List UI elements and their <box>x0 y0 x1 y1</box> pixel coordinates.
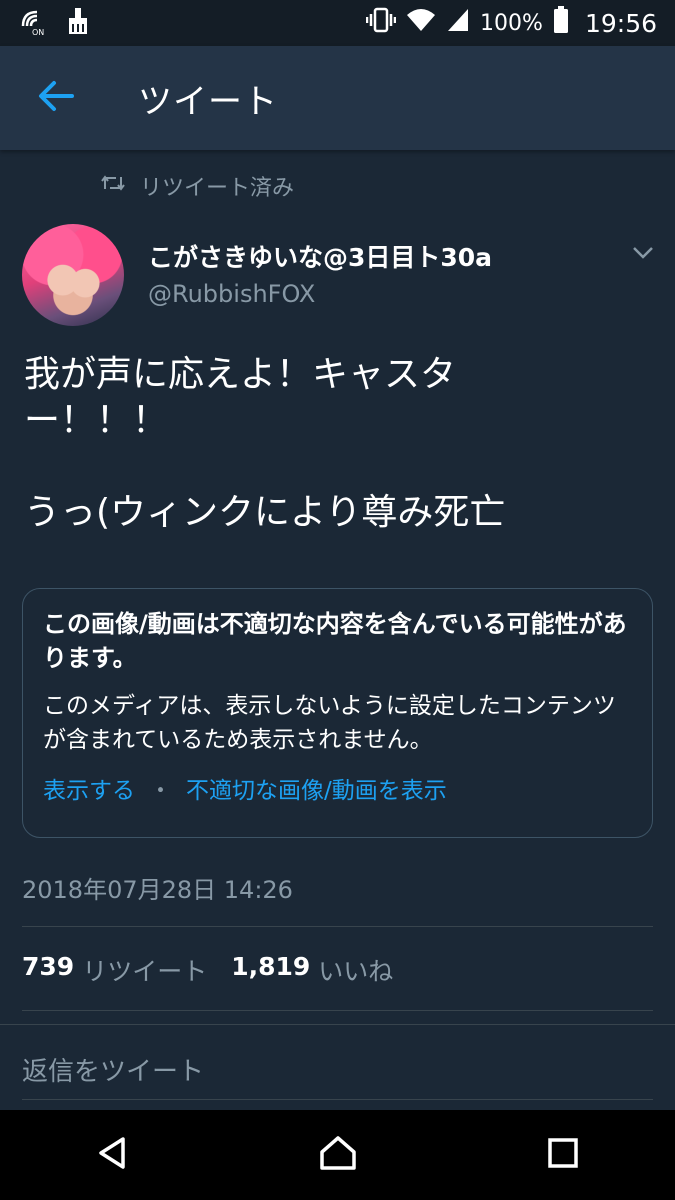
divider <box>22 926 653 927</box>
like-label[interactable]: いいね <box>318 952 393 988</box>
chevron-down-icon <box>628 247 658 272</box>
divider <box>22 1010 653 1011</box>
retweet-context-label: リツイート済み <box>140 176 295 201</box>
vibrate-icon <box>365 6 397 40</box>
tweet-timestamp: 2018年07月28日 14:26 <box>22 876 293 904</box>
link-separator: ・ <box>149 778 172 804</box>
app-header: ツイート <box>0 46 675 150</box>
tweet-stats: 739 リツイート 1,819 いいね <box>22 952 417 988</box>
show-media-link[interactable]: 表示する <box>43 771 135 805</box>
status-bar: ON 100% 19:56 <box>0 0 675 46</box>
reply-bar: 返信をツイート <box>0 1024 675 1111</box>
tweet-text-line: うっ(ウィンクにより尊み死亡 <box>24 492 506 533</box>
sensitive-notice-title: この画像/動画は不適切な内容を含んでいる可能性があります。 <box>43 610 627 672</box>
arrow-left-icon <box>36 78 76 118</box>
nfc-on-icon: ON <box>18 6 48 40</box>
show-sensitive-media-link[interactable]: 不適切な画像/動画を表示 <box>186 771 447 805</box>
nav-recents-button[interactable] <box>518 1110 608 1200</box>
avatar[interactable] <box>22 224 124 326</box>
reply-underline <box>22 1099 653 1100</box>
tweet-text-line: ー！！！ <box>24 400 169 441</box>
page-title: ツイート <box>138 81 278 122</box>
home-icon <box>318 1134 358 1176</box>
author-handle[interactable]: @RubbishFOX <box>148 280 315 308</box>
square-recents-icon <box>546 1136 580 1174</box>
sensitive-notice-actions: 表示する ・ 不適切な画像/動画を表示 <box>43 771 632 805</box>
clock: 19:56 <box>584 8 657 38</box>
cleaner-icon <box>66 6 90 40</box>
nav-home-button[interactable] <box>293 1110 383 1200</box>
battery-icon <box>553 6 569 40</box>
retweet-context: リツイート済み <box>100 170 294 202</box>
sensitive-media-notice: この画像/動画は不適切な内容を含んでいる可能性があります。 このメディアは、表示… <box>22 588 653 838</box>
retweet-count[interactable]: 739 <box>22 952 74 988</box>
triangle-back-icon <box>95 1135 131 1175</box>
author-name[interactable]: こがさきゆいな@3日目ト30a <box>148 238 492 274</box>
back-button[interactable] <box>0 46 112 150</box>
tweet-menu-button[interactable] <box>628 238 658 268</box>
nfc-label: ON <box>32 28 44 36</box>
retweet-label[interactable]: リツイート <box>82 952 207 988</box>
like-count[interactable]: 1,819 <box>231 952 310 988</box>
sensitive-notice-body: このメディアは、表示しないように設定したコンテンツが含まれているため表示されませ… <box>43 693 616 753</box>
tweet-text-line: 我が声に応えよ！キャスタ <box>24 354 457 395</box>
signal-icon <box>446 7 470 39</box>
nav-back-button[interactable] <box>68 1110 158 1200</box>
system-nav-bar <box>0 1110 675 1200</box>
battery-percent: 100% <box>480 10 543 36</box>
wifi-icon <box>406 7 436 39</box>
reply-input[interactable]: 返信をツイート <box>22 1051 204 1088</box>
tweet-text: 我が声に応えよ！キャスタ ー！！！ うっ(ウィンクにより尊み死亡 <box>24 352 654 536</box>
retweet-icon <box>100 173 126 199</box>
